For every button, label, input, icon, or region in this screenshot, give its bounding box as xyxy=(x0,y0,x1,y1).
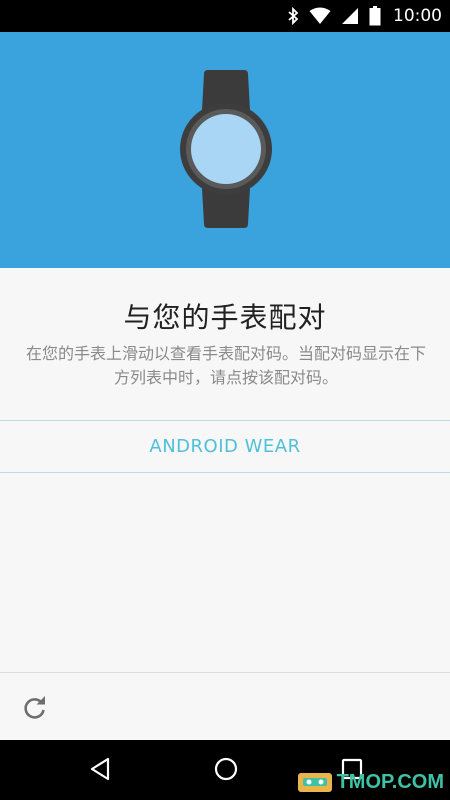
battery-icon xyxy=(369,6,381,26)
watch-icon xyxy=(180,70,272,228)
signal-icon xyxy=(341,7,359,25)
page-title: 与您的手表配对 xyxy=(123,301,327,334)
device-list-item[interactable]: ANDROID WEAR xyxy=(0,420,450,473)
device-name: ANDROID WEAR xyxy=(149,436,301,457)
navigation-bar: TMOP.COM xyxy=(0,740,450,800)
watermark-text: TMOP.COM xyxy=(336,770,444,793)
bottom-action-bar xyxy=(0,672,450,741)
home-icon[interactable] xyxy=(213,756,239,786)
instructions-text: 在您的手表上滑动以查看手表配对码。当配对码显示在下方列表中时，请点按该配对码。 xyxy=(26,344,427,387)
status-time: 10:00 xyxy=(393,6,442,26)
status-bar: 10:00 xyxy=(0,0,450,32)
wifi-icon xyxy=(309,7,331,25)
refresh-icon[interactable] xyxy=(22,695,48,725)
cassette-logo-icon xyxy=(297,773,332,792)
back-icon[interactable] xyxy=(88,756,112,786)
status-icons: 10:00 xyxy=(287,0,442,32)
pairing-panel: 与您的手表配对 在您的手表上滑动以查看手表配对码。当配对码显示在下方列表中时，请… xyxy=(0,268,450,672)
hero-banner xyxy=(0,32,450,268)
bluetooth-icon xyxy=(287,7,299,25)
watermark-logo: TMOP.COM xyxy=(297,770,444,794)
